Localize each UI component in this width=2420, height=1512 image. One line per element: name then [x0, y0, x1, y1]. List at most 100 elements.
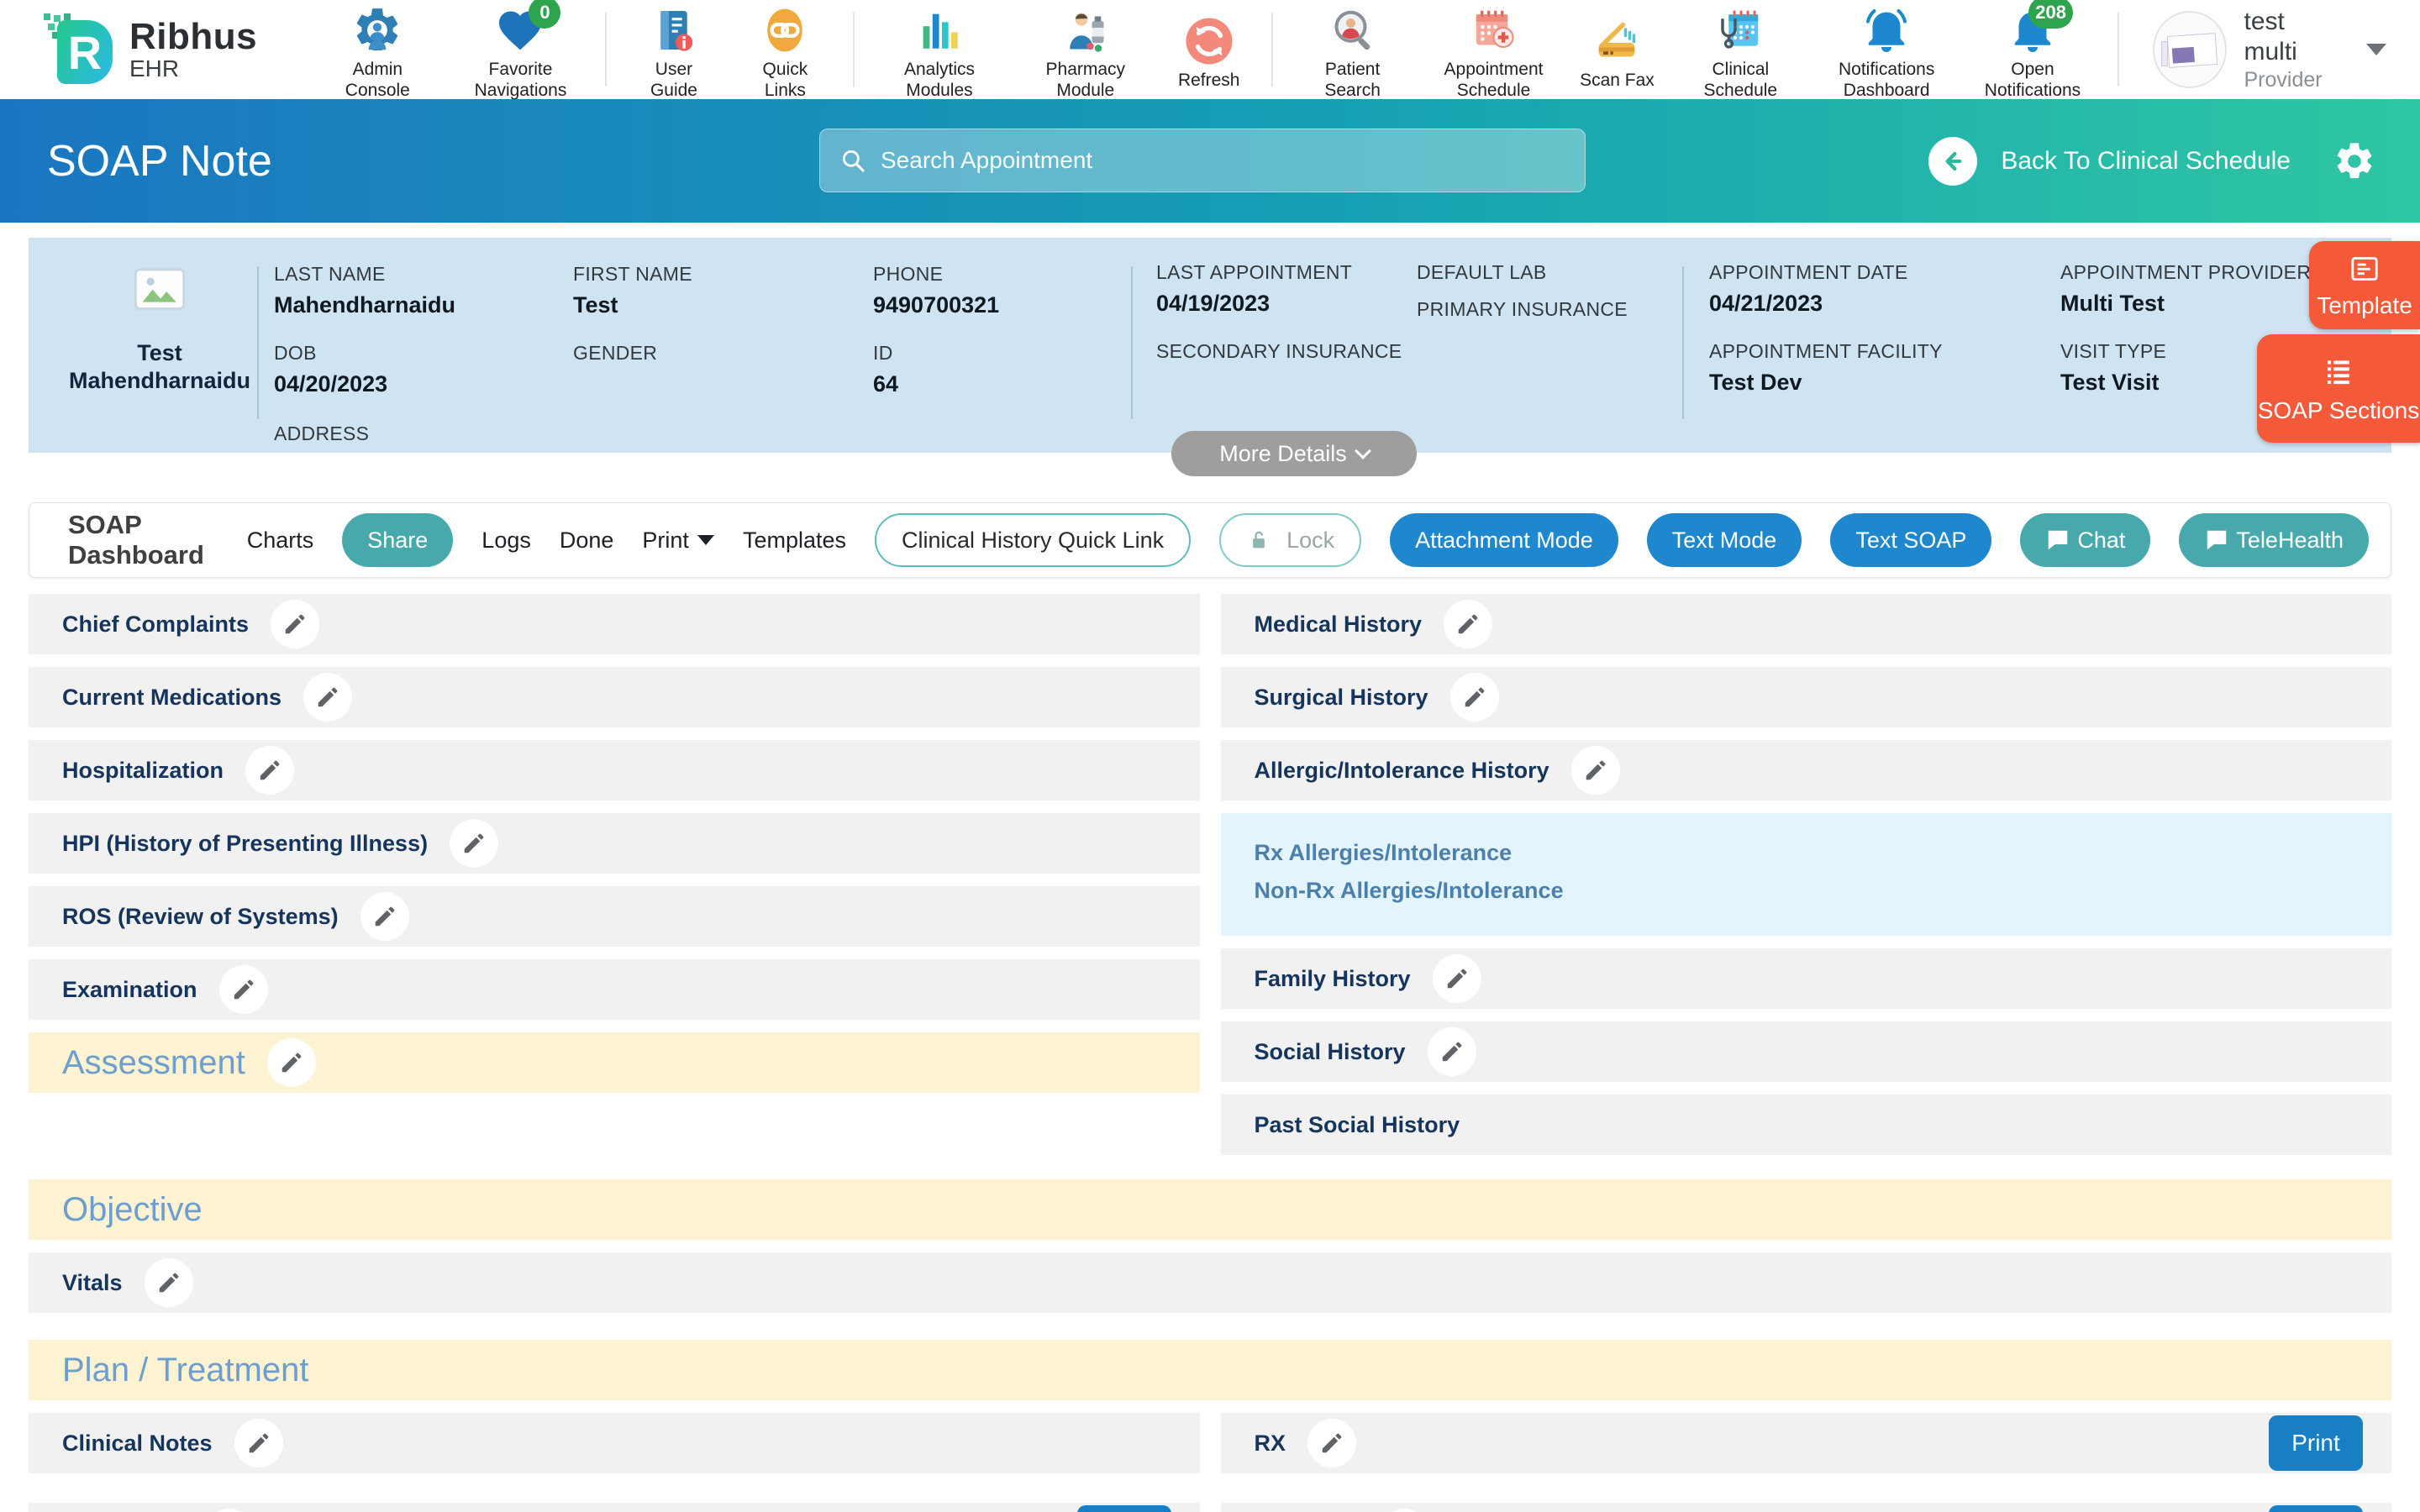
nav-user-guide[interactable]: User Guide	[618, 0, 729, 101]
back-arrow-icon[interactable]	[1928, 137, 1977, 186]
section-surgical-history: Surgical History	[1221, 667, 2392, 727]
edit-pencil-icon[interactable]	[271, 600, 319, 648]
telehealth-button[interactable]: TeleHealth	[2179, 513, 2369, 567]
search-input[interactable]	[881, 147, 1566, 174]
user-role: Provider	[2244, 67, 2340, 92]
section-examination: Examination	[29, 959, 1200, 1020]
lock-button[interactable]: Lock	[1219, 513, 1361, 567]
print-button[interactable]: Print	[2269, 1505, 2363, 1512]
edit-pencil-icon[interactable]	[1571, 746, 1620, 795]
edit-pencil-icon[interactable]	[303, 673, 352, 722]
section-di-orders: DI Orders Print	[1221, 1503, 2392, 1512]
nav-open-notifications[interactable]: 208 Open Notifications	[1960, 0, 2106, 101]
divider	[2118, 13, 2119, 87]
attachment-mode-button[interactable]: Attachment Mode	[1390, 513, 1618, 567]
edit-pencil-icon[interactable]	[205, 1509, 254, 1512]
back-to-clinical-schedule-link[interactable]: Back To Clinical Schedule	[2001, 147, 2291, 176]
logs-link[interactable]: Logs	[481, 528, 531, 554]
chat-button[interactable]: Chat	[2020, 513, 2150, 567]
template-button[interactable]: Template	[2309, 241, 2420, 329]
chevron-down-icon	[2366, 44, 2386, 55]
settings-gear-icon[interactable]	[2333, 139, 2376, 183]
user-menu[interactable]: test multi Provider	[2153, 7, 2386, 92]
nav-refresh[interactable]: Refresh	[1159, 9, 1260, 91]
field-gender: GENDER	[573, 342, 657, 371]
clinical-history-quick-link-button[interactable]: Clinical History Quick Link	[875, 513, 1191, 567]
edit-pencil-icon[interactable]	[145, 1258, 193, 1307]
edit-pencil-icon[interactable]	[219, 965, 268, 1014]
unlock-icon	[1246, 528, 1271, 553]
edit-pencil-icon[interactable]	[1444, 600, 1492, 648]
notifications-count-badge: 208	[2028, 0, 2073, 29]
section-hospitalization: Hospitalization	[29, 740, 1200, 801]
text-soap-button[interactable]: Text SOAP	[1830, 513, 1991, 567]
nav-appointment-schedule[interactable]: Appointment Schedule	[1421, 0, 1567, 101]
link-icon	[758, 3, 812, 57]
section-ros: ROS (Review of Systems)	[29, 886, 1200, 947]
app-logo[interactable]: R Ribhus EHR	[44, 13, 257, 86]
nav-notifications-dashboard[interactable]: Notifications Dashboard	[1813, 0, 1960, 101]
nav-pharmacy-module[interactable]: Pharmacy Module	[1013, 0, 1159, 101]
print-button[interactable]: Print	[2269, 1415, 2363, 1471]
edit-pencil-icon[interactable]	[234, 1419, 283, 1467]
divider	[1271, 13, 1273, 87]
nav-label: Admin Console	[319, 59, 435, 101]
refresh-icon	[1182, 14, 1236, 68]
print-button[interactable]: Print	[1077, 1505, 1171, 1512]
nav-quick-links[interactable]: Quick Links	[729, 0, 842, 101]
nav-label: Scan Fax	[1580, 70, 1655, 91]
nav-scan-fax[interactable]: Scan Fax	[1566, 9, 1667, 91]
edit-pencil-icon[interactable]	[1380, 1509, 1428, 1512]
divider	[257, 266, 259, 419]
templates-link[interactable]: Templates	[743, 528, 846, 554]
favorites-count-badge: 0	[529, 0, 560, 29]
bell-icon: 208	[2006, 3, 2060, 57]
soap-sections-button[interactable]: SOAP Sections	[2257, 334, 2420, 443]
edit-pencil-icon[interactable]	[245, 746, 294, 795]
edit-pencil-icon[interactable]	[450, 819, 498, 868]
edit-pencil-icon[interactable]	[1450, 673, 1499, 722]
allergy-links-box: Rx Allergies/Intolerance Non-Rx Allergie…	[1221, 813, 2392, 936]
brand-sub: EHR	[129, 56, 257, 81]
edit-pencil-icon[interactable]	[267, 1038, 316, 1087]
nav-favorite-navigations[interactable]: 0 Favorite Navigations	[448, 0, 594, 101]
edit-pencil-icon[interactable]	[1307, 1419, 1356, 1467]
patient-photo-broken-image-icon	[124, 255, 196, 331]
nav-analytics-modules[interactable]: Analytics Modules	[866, 0, 1013, 101]
edit-pencil-icon[interactable]	[1428, 1027, 1476, 1076]
text-mode-button[interactable]: Text Mode	[1647, 513, 1802, 567]
section-objective: Objective	[29, 1179, 2391, 1240]
done-link[interactable]: Done	[560, 528, 614, 554]
field-secondary-insurance: SECONDARY INSURANCE	[1156, 340, 1402, 363]
book-icon	[647, 3, 701, 57]
section-clinical-notes: Clinical Notes	[29, 1413, 1200, 1473]
section-past-social-history: Past Social History	[1221, 1095, 2392, 1155]
chevron-down-icon	[1355, 443, 1371, 459]
more-details-button[interactable]: More Details	[1171, 431, 1417, 476]
non-rx-allergies-link[interactable]: Non-Rx Allergies/Intolerance	[1255, 878, 2359, 904]
charts-link[interactable]: Charts	[247, 528, 314, 554]
page-header: SOAP Note Back To Clinical Schedule	[0, 99, 2420, 223]
section-social-history: Social History	[1221, 1021, 2392, 1082]
nav-label: Refresh	[1178, 70, 1240, 91]
bell-icon	[1860, 3, 1913, 57]
nav-clinical-schedule[interactable]: Clinical Schedule	[1667, 0, 1813, 101]
share-button[interactable]: Share	[342, 513, 453, 567]
divider	[853, 13, 855, 87]
appointment-search[interactable]	[819, 129, 1586, 192]
nav-label: Patient Search	[1297, 59, 1409, 101]
print-menu[interactable]: Print	[642, 528, 714, 554]
patient-info-panel: Test Mahendharnaidu LAST NAME Mahendharn…	[29, 238, 2391, 453]
nav-patient-search[interactable]: Patient Search	[1285, 0, 1421, 101]
nav-label: Quick Links	[741, 59, 830, 101]
section-allergic-intolerance-history: Allergic/Intolerance History	[1221, 740, 2392, 801]
edit-pencil-icon[interactable]	[360, 892, 409, 941]
nav-label: Open Notifications	[1971, 59, 2094, 101]
admin-console-icon	[350, 3, 404, 57]
user-name: test multi	[2244, 7, 2340, 67]
chat-bubble-icon	[2045, 528, 2070, 553]
edit-pencil-icon[interactable]	[1433, 954, 1481, 1003]
nav-admin-console[interactable]: Admin Console	[308, 0, 447, 101]
rx-allergies-link[interactable]: Rx Allergies/Intolerance	[1255, 840, 2359, 866]
field-dob: DOB 04/20/2023	[274, 342, 387, 397]
